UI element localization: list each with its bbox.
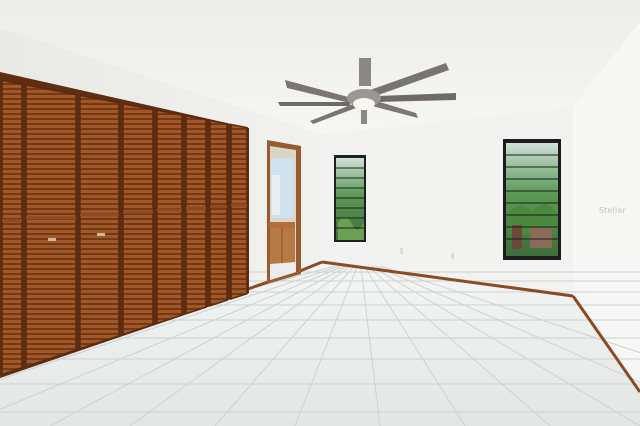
closet-door-panel <box>230 123 248 300</box>
doorway <box>267 140 301 284</box>
closet-door-panel <box>185 114 207 315</box>
closet-door-panel <box>156 109 183 325</box>
wall-outlet-2 <box>451 253 454 259</box>
wall-outlet <box>400 248 403 254</box>
back-window <box>334 155 366 242</box>
right-window <box>503 139 561 260</box>
closet-door-panel <box>25 84 77 368</box>
closet-handle <box>48 238 56 241</box>
closet-door-panel <box>79 94 120 350</box>
room-scene <box>0 0 640 426</box>
closet-door-panel <box>122 102 154 336</box>
closet-door-panel <box>209 119 228 307</box>
watermark-text: Stellar <box>598 206 626 215</box>
closet-handle <box>97 233 105 236</box>
closet-door-panel <box>1 79 23 376</box>
